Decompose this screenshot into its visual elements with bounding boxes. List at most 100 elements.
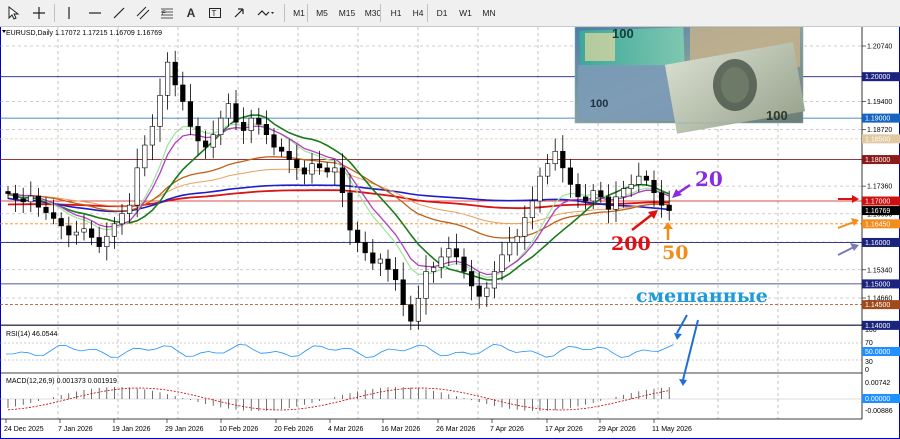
timeframe-m5-button[interactable]: M5 xyxy=(311,4,333,22)
candle xyxy=(544,153,551,185)
price-level-value: 1.16450 xyxy=(865,221,890,228)
horizontal-line-icon[interactable] xyxy=(86,3,104,23)
cursor-icon[interactable] xyxy=(4,3,22,23)
rsi-tick: 30 xyxy=(865,359,873,366)
candle xyxy=(263,110,270,145)
candle xyxy=(210,120,216,159)
candle xyxy=(157,78,163,142)
ma200-label: 200 xyxy=(611,233,651,255)
time-tick: 4 Mar 2026 xyxy=(328,426,364,433)
candle xyxy=(13,184,19,212)
price-level-value: 1.14000 xyxy=(865,323,890,330)
price-tick: 1.19400 xyxy=(867,99,892,106)
candle xyxy=(142,135,148,177)
time-tick: 24 Dec 2025 xyxy=(4,426,44,433)
candle xyxy=(218,110,224,146)
price-level-value: 1.16000 xyxy=(865,240,890,247)
macd-value: 0.00000 xyxy=(865,396,890,403)
candle xyxy=(104,222,110,261)
timeframe-h4-button[interactable]: H4 xyxy=(408,4,428,22)
candle xyxy=(643,170,649,186)
macd-panel: MACD(12,26,9) 0.001373 0.001919 0.00742 … xyxy=(0,378,900,415)
macd-tick: 0.00742 xyxy=(865,380,890,387)
annotations: 20 200 50 смешанные xyxy=(611,167,859,386)
candle xyxy=(339,153,346,208)
purple-level-arrow-icon xyxy=(837,246,855,256)
trend-line-icon[interactable] xyxy=(110,3,128,23)
price-level-value: 1.19000 xyxy=(865,116,890,123)
macd-header: MACD(12,26,9) 0.001373 0.001919 xyxy=(6,378,117,385)
banknotes-photo: 100 100 100 xyxy=(574,27,806,134)
candle xyxy=(20,187,26,214)
svg-text:F: F xyxy=(162,11,166,17)
rsi-tick: 0 xyxy=(865,367,869,374)
crosshair-icon[interactable] xyxy=(30,3,48,23)
candle xyxy=(582,184,589,210)
shapes-icon[interactable] xyxy=(254,3,278,23)
price-chart[interactable]: EURUSD,Daily 1.17072 1.17215 1.16709 1.1… xyxy=(0,27,900,439)
candle xyxy=(514,228,520,256)
label-icon[interactable]: T xyxy=(206,3,224,23)
mixed-arrowhead-icon xyxy=(679,379,687,386)
timeframe-h1-button[interactable]: H1 xyxy=(386,4,406,22)
time-tick: 26 Mar 2026 xyxy=(436,426,475,433)
candle xyxy=(35,187,41,217)
candle xyxy=(491,261,498,299)
candle xyxy=(370,239,376,270)
candle xyxy=(613,181,619,222)
time-tick: 10 Feb 2026 xyxy=(219,426,258,433)
candle xyxy=(203,130,209,159)
mixed-signals-label: смешанные xyxy=(636,285,768,307)
timeframe-m15-button[interactable]: M15 xyxy=(335,4,359,22)
mixed-arrow-icon xyxy=(682,319,699,381)
candle xyxy=(522,205,528,250)
candle xyxy=(423,255,429,315)
fibonacci-icon[interactable]: F xyxy=(158,3,176,23)
red-level-arrowhead-icon xyxy=(852,195,859,203)
candle xyxy=(636,162,642,193)
time-tick: 29 Apr 2026 xyxy=(598,426,636,433)
banknote-label: 100 xyxy=(590,98,608,110)
ma200-arrow-icon xyxy=(631,212,655,231)
toolbar-separator xyxy=(380,4,381,22)
arrow-object-icon[interactable] xyxy=(230,3,248,23)
time-tick: 11 May 2026 xyxy=(652,426,692,433)
text-icon[interactable]: A xyxy=(182,3,200,23)
time-tick: 7 Apr 2026 xyxy=(490,426,524,433)
candle xyxy=(377,253,384,277)
candle xyxy=(567,158,573,198)
channel-icon[interactable] xyxy=(134,3,152,23)
timeframe-m1-button[interactable]: M1 xyxy=(289,4,309,22)
candle xyxy=(575,173,581,209)
time-tick: 20 Feb 2026 xyxy=(274,426,313,433)
macd-tick: -0.00886 xyxy=(865,408,893,415)
ma20-label: 20 xyxy=(695,167,723,191)
candle xyxy=(392,257,399,291)
toolbar-separator xyxy=(284,4,285,22)
candle xyxy=(347,173,353,245)
chart-header: EURUSD,Daily 1.17072 1.17215 1.16709 1.1… xyxy=(6,30,162,37)
candle xyxy=(362,231,368,261)
candle xyxy=(309,152,315,184)
candle xyxy=(301,160,308,185)
rsi-panel: RSI(14) 46.0544 100 70 50.0000 30 0 xyxy=(0,327,900,374)
candle xyxy=(385,249,391,282)
timeframe-d1-button[interactable]: D1 xyxy=(431,4,453,22)
candle xyxy=(256,107,262,135)
price-level-value: 1.15000 xyxy=(865,281,890,288)
vertical-line-icon[interactable] xyxy=(60,3,78,23)
timeframe-mn-button[interactable]: MN xyxy=(478,4,500,22)
time-tick: 7 Jan 2026 xyxy=(58,426,93,433)
time-tick: 16 Mar 2026 xyxy=(381,426,420,433)
price-tick: 1.18720 xyxy=(867,127,892,134)
candle xyxy=(172,50,178,97)
mixed-arrow-icon xyxy=(676,314,688,334)
rsi-header: RSI(14) 46.0544 xyxy=(6,331,57,338)
candle xyxy=(415,285,422,330)
banknote-label: 100 xyxy=(766,108,788,123)
candle xyxy=(5,186,11,199)
timeframe-m30-button[interactable]: M30 xyxy=(361,4,385,22)
timeframe-w1-button[interactable]: W1 xyxy=(455,4,476,22)
price-level-value: 1.17000 xyxy=(865,199,890,206)
candle xyxy=(58,212,64,240)
